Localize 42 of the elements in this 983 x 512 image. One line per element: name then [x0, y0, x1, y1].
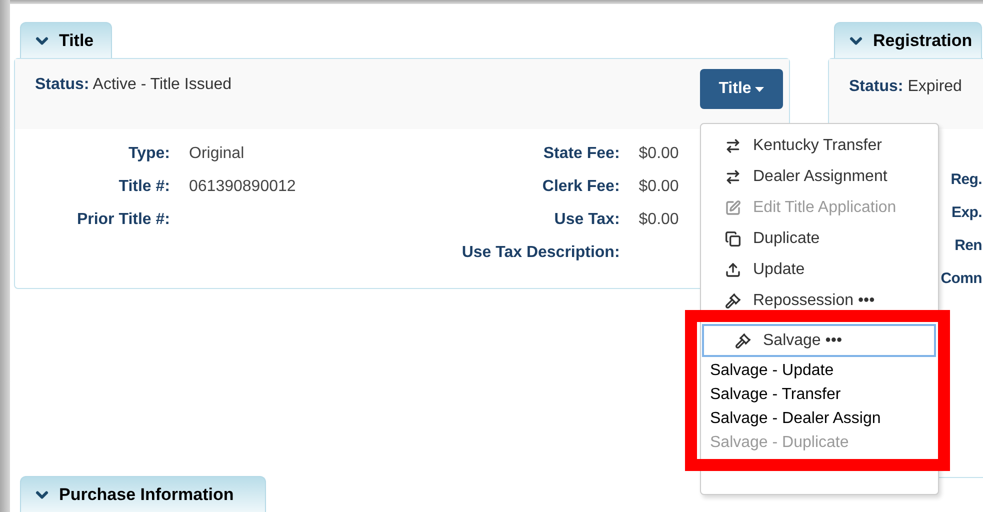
menu-item[interactable]: Dealer Assignment: [725, 168, 888, 186]
status-text: Status: Expired: [849, 78, 962, 95]
field-label: Ren: [954, 236, 982, 256]
panel-tab[interactable]: Purchase Information: [20, 476, 266, 512]
field-value: $0.00: [638, 177, 679, 197]
caret-icon: [755, 86, 764, 92]
field-label: Use Tax:: [553, 210, 620, 230]
edit-icon: [725, 200, 741, 216]
copy-icon: [725, 230, 741, 246]
field-label: Prior Title #:: [76, 210, 170, 230]
gavel-icon: [735, 332, 751, 348]
field-value: $0.00: [638, 210, 679, 230]
field-value: 061390890012: [189, 177, 296, 197]
tab-label: Title: [59, 30, 94, 52]
menu-item[interactable]: Duplicate: [725, 230, 820, 248]
field-label: Title #:: [118, 177, 170, 197]
menu-item[interactable]: Repossession •••: [725, 292, 875, 310]
arrows-icon: [725, 168, 741, 184]
panel-tab[interactable]: Registration: [834, 22, 982, 58]
submenu-item[interactable]: Salvage - Transfer: [710, 383, 841, 407]
field-label: Comn: [940, 269, 982, 289]
gavel-icon: [725, 292, 741, 308]
field-value: Original: [189, 144, 246, 164]
arrows-icon: [725, 138, 741, 154]
submenu-item[interactable]: Salvage - Update: [710, 359, 834, 383]
field-label: Clerk Fee:: [541, 177, 620, 197]
tab-label: Purchase Information: [59, 484, 234, 506]
field-label: State Fee:: [542, 144, 620, 164]
tab-label: Registration: [873, 30, 972, 52]
title-dropdown-button[interactable]: Title: [700, 69, 783, 109]
menu-item[interactable]: Update: [725, 260, 805, 278]
field-label: Use Tax Description:: [460, 243, 620, 263]
menu-item[interactable]: Salvage •••: [702, 324, 936, 357]
field-label: Exp.: [952, 203, 982, 223]
field-label: Type:: [128, 144, 170, 164]
submenu-item[interactable]: Salvage - Dealer Assign: [710, 407, 881, 431]
field-label: Reg.: [950, 170, 982, 190]
panel-tab[interactable]: Title: [20, 22, 112, 58]
status-text: Status: Active - Title Issued: [35, 75, 232, 95]
upload-icon: [725, 262, 741, 278]
field-value: $0.00: [638, 144, 679, 164]
menu-item[interactable]: Kentucky Transfer: [725, 136, 882, 154]
